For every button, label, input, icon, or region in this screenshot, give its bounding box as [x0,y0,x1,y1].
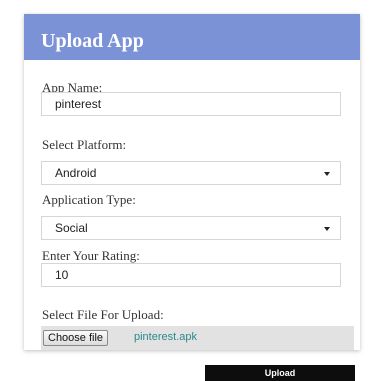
app-name-input[interactable]: pinterest [41,92,341,116]
selected-file-name: pinterest.apk [134,331,197,343]
upload-button[interactable]: Upload [205,365,355,381]
rating-label: Enter Your Rating: [42,248,140,263]
platform-select-value: Android [55,166,97,180]
platform-label: Select Platform: [42,137,127,152]
upload-app-form: Upload App App Name: pinterest Select Pl… [24,14,360,350]
caret-down-icon [324,227,330,231]
file-input: Choose file pinterest.apk [41,326,354,350]
choose-file-button[interactable]: Choose file [43,330,109,346]
app-type-select-value: Social [55,221,88,235]
caret-down-icon [324,172,330,176]
form-header: Upload App [24,14,360,60]
form-title: Upload App [41,30,144,52]
file-label: Select File For Upload: [42,307,164,322]
platform-select[interactable]: Android [41,161,341,185]
app-type-label: Application Type: [42,192,136,207]
rating-input[interactable]: 10 [41,263,341,287]
app-type-select[interactable]: Social [41,216,341,240]
